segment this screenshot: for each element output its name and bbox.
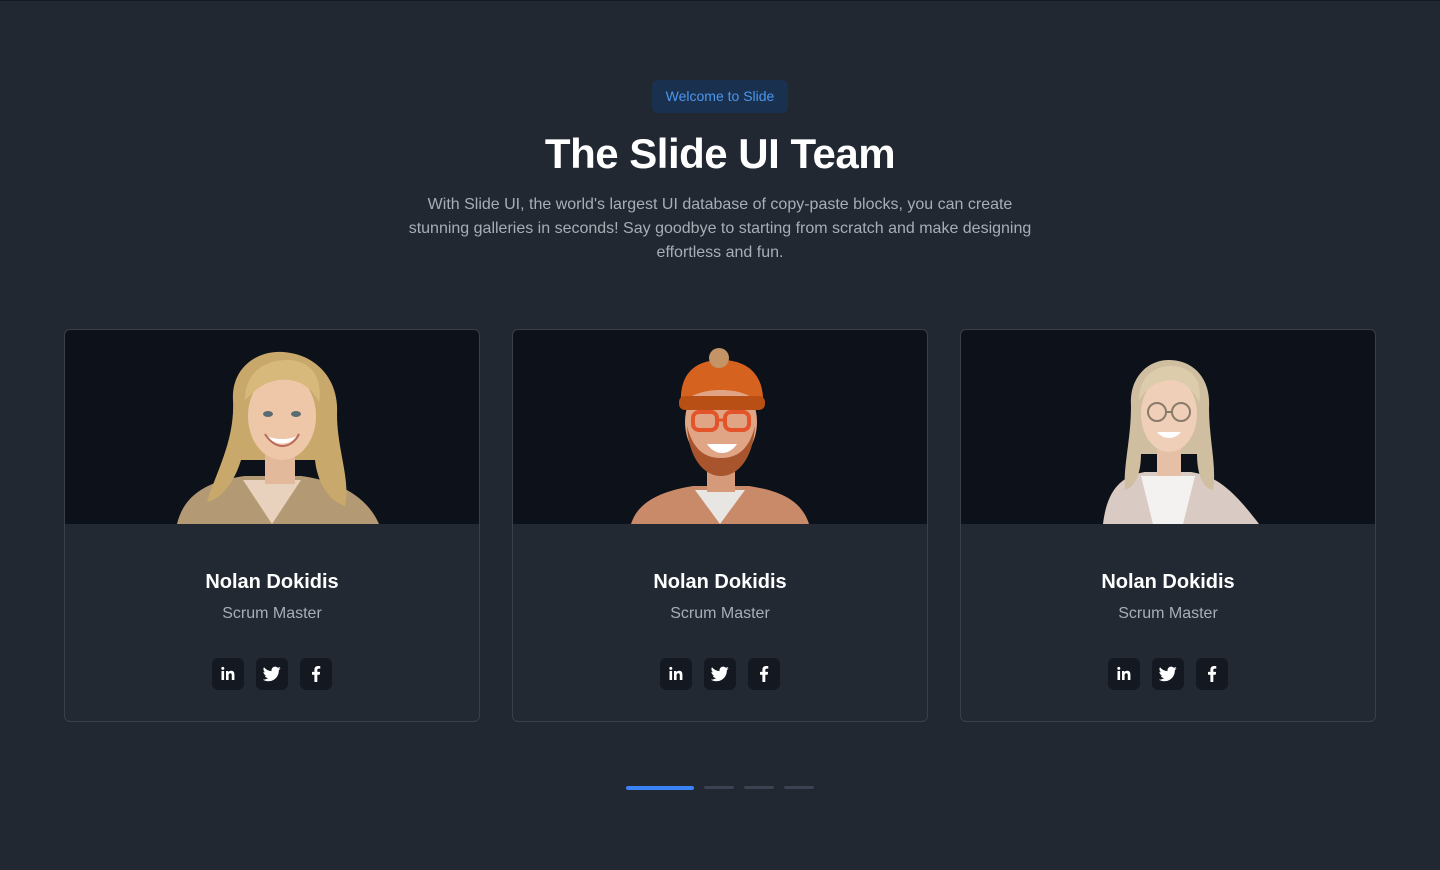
page-title: The Slide UI Team — [544, 130, 896, 177]
team-member-photo — [961, 330, 1375, 524]
portrait-woman-blonde-image — [177, 351, 379, 524]
team-member-name: Nolan Dokidis — [653, 571, 787, 593]
facebook-icon — [1208, 666, 1217, 682]
team-member-photo — [65, 330, 479, 524]
page-description: With Slide UI, the world's largest UI da… — [408, 196, 1032, 261]
top-border — [0, 0, 1440, 1]
portrait-woman-glasses-image — [1103, 360, 1259, 524]
twitter-icon — [1159, 666, 1177, 682]
pagination-dot-3[interactable] — [744, 786, 774, 789]
team-card: Nolan Dokidis Scrum Master — [64, 329, 480, 722]
team-member-role: Scrum Master — [222, 605, 322, 622]
social-links — [65, 658, 479, 690]
team-member-name: Nolan Dokidis — [1101, 571, 1235, 593]
pagination-dot-4[interactable] — [784, 786, 814, 789]
twitter-button[interactable] — [704, 658, 736, 690]
linkedin-button[interactable] — [1108, 658, 1140, 690]
pagination-dot-1[interactable] — [626, 786, 694, 790]
facebook-button[interactable] — [300, 658, 332, 690]
twitter-icon — [711, 666, 729, 682]
linkedin-button[interactable] — [660, 658, 692, 690]
facebook-button[interactable] — [1196, 658, 1228, 690]
linkedin-button[interactable] — [212, 658, 244, 690]
twitter-icon — [263, 666, 281, 682]
linkedin-icon — [221, 666, 235, 680]
pagination-dot-2[interactable] — [704, 786, 734, 789]
team-member-role: Scrum Master — [670, 605, 770, 622]
facebook-icon — [760, 666, 769, 682]
facebook-icon — [312, 666, 321, 682]
twitter-button[interactable] — [1152, 658, 1184, 690]
twitter-button[interactable] — [256, 658, 288, 690]
team-card: Nolan Dokidis Scrum Master — [512, 329, 928, 722]
linkedin-icon — [1117, 666, 1131, 680]
welcome-badge: Welcome to Slide — [652, 80, 788, 113]
linkedin-icon — [669, 666, 683, 680]
facebook-button[interactable] — [748, 658, 780, 690]
portrait-man-beanie-image — [631, 348, 809, 524]
team-member-photo — [513, 330, 927, 524]
social-links — [961, 658, 1375, 690]
social-links — [513, 658, 927, 690]
team-member-role: Scrum Master — [1118, 605, 1218, 622]
team-card: Nolan Dokidis Scrum Master — [960, 329, 1376, 722]
team-member-name: Nolan Dokidis — [205, 571, 339, 593]
